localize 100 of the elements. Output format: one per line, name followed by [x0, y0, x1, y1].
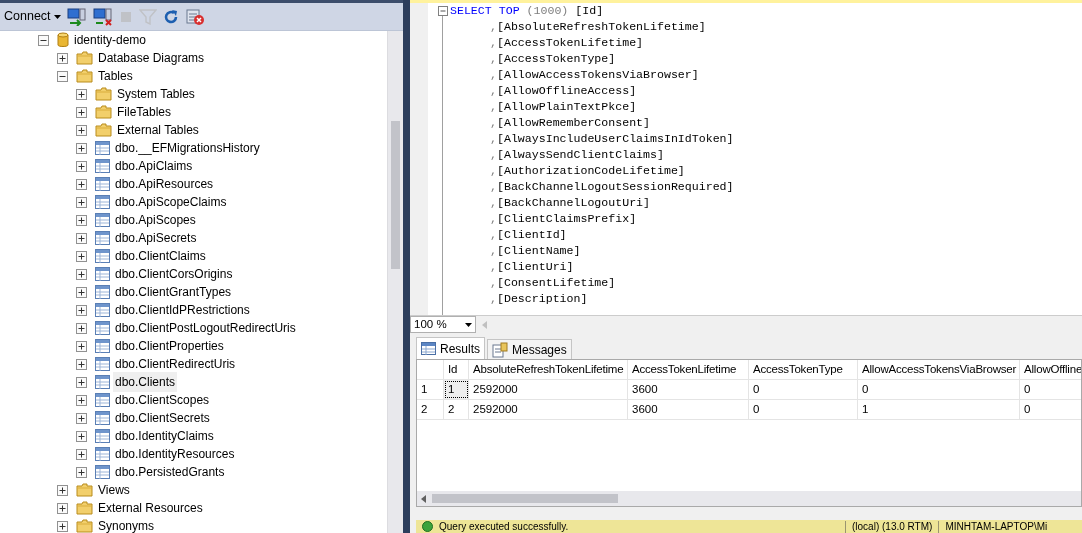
scroll-thumb[interactable]: [391, 121, 400, 269]
code-line: ,[ClientId]: [490, 227, 567, 243]
tree-item[interactable]: dbo.ApiResources: [113, 174, 216, 194]
tree-item[interactable]: dbo.ApiScopeClaims: [113, 192, 229, 212]
zoom-dropdown[interactable]: 100 %: [410, 316, 476, 333]
expand-toggle[interactable]: [76, 178, 87, 190]
tree-item[interactable]: Views: [96, 480, 132, 500]
table-icon: [95, 195, 110, 209]
table-cell: 1: [858, 400, 1020, 419]
expand-toggle[interactable]: [76, 88, 87, 100]
table-icon: [95, 303, 110, 317]
scrollbar[interactable]: [387, 31, 403, 533]
table-icon: [95, 411, 110, 425]
scroll-left-icon[interactable]: [421, 494, 426, 503]
expand-toggle[interactable]: [76, 286, 87, 298]
expand-toggle[interactable]: [57, 502, 68, 514]
tree-item[interactable]: External Tables: [115, 120, 201, 140]
tree-item[interactable]: dbo.ClientRedirectUris: [113, 354, 238, 374]
code-line: ,[AlwaysIncludeUserClaimsInIdToken]: [490, 131, 734, 147]
tree-item[interactable]: identity-demo: [72, 31, 149, 50]
table-icon: [95, 339, 110, 353]
expand-toggle[interactable]: [76, 394, 87, 406]
collapse-toggle[interactable]: [38, 34, 49, 46]
expand-toggle[interactable]: [76, 196, 87, 208]
column-header[interactable]: AllowAccessTokensViaBrowser: [858, 360, 1020, 379]
scrollbar[interactable]: [417, 491, 1081, 506]
expand-toggle[interactable]: [76, 124, 87, 136]
column-header[interactable]: AllowOffline: [1020, 360, 1081, 379]
expand-toggle[interactable]: [76, 142, 87, 154]
tree-item[interactable]: dbo.__EFMigrationsHistory: [113, 138, 262, 158]
caret-icon: [465, 322, 472, 327]
expand-toggle[interactable]: [76, 412, 87, 424]
tree-item[interactable]: dbo.ApiScopes: [113, 210, 198, 230]
column-header[interactable]: Id: [444, 360, 469, 379]
expand-toggle[interactable]: [57, 520, 68, 532]
code-line: ,[AccessTokenType]: [490, 51, 616, 67]
tree-item[interactable]: dbo.IdentityClaims: [113, 426, 216, 446]
results-tab[interactable]: Messages: [487, 339, 572, 359]
expand-toggle[interactable]: [76, 340, 87, 352]
expand-toggle[interactable]: [57, 484, 68, 496]
results-tab[interactable]: Results: [416, 337, 485, 359]
table-cell: 0: [858, 380, 1020, 399]
tree-item[interactable]: dbo.ApiClaims: [113, 156, 195, 176]
table-cell: 0: [749, 400, 858, 419]
connect-button[interactable]: Connect: [4, 5, 61, 28]
tree-item[interactable]: dbo.ClientPostLogoutRedirectUris: [113, 318, 298, 338]
tree-item[interactable]: FileTables: [115, 102, 174, 122]
expand-toggle[interactable]: [76, 322, 87, 334]
expand-toggle[interactable]: [76, 448, 87, 460]
tree-item[interactable]: dbo.IdentityResources: [113, 444, 237, 464]
tree-item[interactable]: Synonyms: [96, 516, 157, 533]
tree-item[interactable]: System Tables: [115, 84, 197, 104]
tree-item[interactable]: dbo.PersistedGrants: [113, 462, 227, 482]
tree-item[interactable]: dbo.ClientClaims: [113, 246, 208, 266]
expand-toggle[interactable]: [76, 304, 87, 316]
expand-toggle[interactable]: [76, 106, 87, 118]
code-line: ,[ClientUri]: [490, 259, 574, 275]
tree-item[interactable]: dbo.ClientCorsOrigins: [113, 264, 235, 284]
table-cell: 0: [1020, 400, 1081, 419]
tree-item[interactable]: dbo.ClientGrantTypes: [113, 282, 234, 302]
table-icon: [95, 177, 110, 191]
expand-toggle[interactable]: [76, 376, 87, 388]
status-message: Query executed successfully.: [439, 520, 570, 533]
expand-toggle[interactable]: [76, 250, 87, 262]
tree-item[interactable]: dbo.ApiSecrets: [113, 228, 199, 248]
expand-toggle[interactable]: [76, 268, 87, 280]
expand-toggle[interactable]: [76, 466, 87, 478]
tree-item[interactable]: dbo.ClientScopes: [113, 390, 212, 410]
collapse-toggle[interactable]: [57, 70, 68, 82]
expand-toggle[interactable]: [76, 214, 87, 226]
disconnect-icon[interactable]: [92, 5, 113, 28]
expand-toggle[interactable]: [76, 358, 87, 370]
column-header[interactable]: AbsoluteRefreshTokenLifetime: [469, 360, 628, 379]
folder-icon: [76, 69, 93, 83]
column-header[interactable]: AccessTokenType: [749, 360, 858, 379]
success-icon: [422, 521, 433, 532]
expand-toggle[interactable]: [76, 232, 87, 244]
collapse-toggle[interactable]: [438, 6, 448, 16]
table-icon: [95, 249, 110, 263]
expand-toggle[interactable]: [76, 430, 87, 442]
code-line: ,[AllowOfflineAccess]: [490, 83, 637, 99]
tree-item[interactable]: dbo.ClientIdPRestrictions: [113, 300, 252, 320]
expand-toggle[interactable]: [57, 52, 68, 64]
column-header[interactable]: AccessTokenLifetime: [628, 360, 749, 379]
code-line: ,[AbsoluteRefreshTokenLifetime]: [490, 19, 706, 35]
code-line: ,[ClientName]: [490, 243, 581, 259]
expand-toggle[interactable]: [76, 160, 87, 172]
tree-item[interactable]: External Resources: [96, 498, 205, 518]
tree-item[interactable]: dbo.Clients: [113, 372, 178, 392]
connect-icon[interactable]: [66, 5, 87, 28]
tree-item[interactable]: dbo.ClientProperties: [113, 336, 226, 356]
code-line: ,[AccessTokenLifetime]: [490, 35, 644, 51]
tree-item[interactable]: Tables: [96, 66, 135, 86]
folder-icon: [76, 519, 93, 533]
table-cell: 0: [1020, 380, 1081, 399]
folder-icon: [76, 51, 93, 65]
tree-item[interactable]: Database Diagrams: [96, 48, 207, 68]
code-line: ,[Description]: [490, 291, 588, 307]
table-cell: 3600: [628, 380, 749, 399]
tree-item[interactable]: dbo.ClientSecrets: [113, 408, 212, 428]
